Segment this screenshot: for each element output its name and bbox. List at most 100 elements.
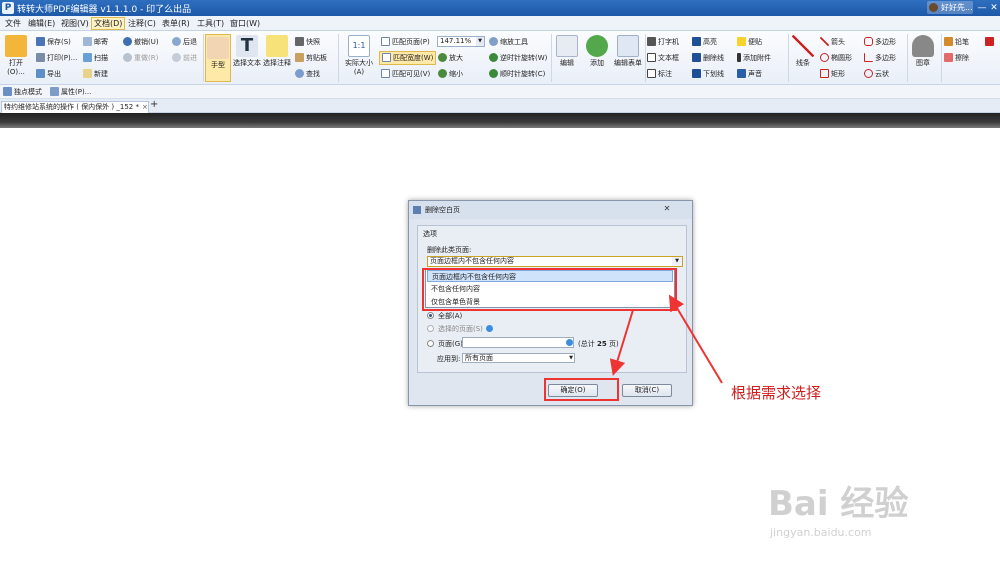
- zoom-in-button[interactable]: 放大: [438, 53, 463, 63]
- app-window: P 转转大师PDF编辑器 v1.1.1.0 - 印了么出品 好好先... — ✕…: [0, 0, 1000, 567]
- menu-comment[interactable]: 注释(C): [126, 18, 158, 29]
- chevron-down-icon[interactable]: ▼: [476, 37, 484, 46]
- menu-window[interactable]: 窗口(W): [228, 18, 262, 29]
- properties-button[interactable]: 属性(P)...: [50, 87, 91, 97]
- export-button[interactable]: 导出: [36, 69, 61, 79]
- menu-view[interactable]: 视图(V): [59, 18, 91, 29]
- hand-icon: [207, 37, 229, 59]
- menu-edit[interactable]: 编辑(E): [26, 18, 57, 29]
- underline-button[interactable]: 下划线: [692, 69, 724, 79]
- rotate-right-icon: [489, 69, 498, 78]
- page-range-input[interactable]: [462, 337, 574, 348]
- callout-button[interactable]: 标注: [647, 69, 672, 79]
- add-button[interactable]: 添加: [583, 35, 611, 68]
- textbox-button[interactable]: 文本框: [647, 53, 679, 63]
- hand-tool-button[interactable]: 手型: [205, 34, 231, 82]
- delete-type-select[interactable]: 页面边框内不包含任何内容 ▼: [427, 256, 683, 267]
- chevron-down-icon[interactable]: ▼: [672, 257, 682, 266]
- select-annotation-button[interactable]: 选择注释: [263, 35, 291, 68]
- mail-button[interactable]: 邮寄: [83, 37, 108, 47]
- highlight-button[interactable]: 高亮: [692, 37, 717, 47]
- single-mode-button[interactable]: 独点模式: [3, 87, 42, 97]
- open-button[interactable]: 打开(O)...: [1, 35, 31, 77]
- save-icon: [36, 37, 45, 46]
- clipboard-icon: [295, 53, 304, 62]
- polygon-tool-button[interactable]: 多边形: [864, 37, 896, 47]
- line-tool-button[interactable]: 线条: [790, 35, 816, 68]
- polyline-tool-button[interactable]: 多边形: [864, 53, 896, 63]
- form-icon: [617, 35, 639, 57]
- speaker-icon: [737, 69, 746, 78]
- rotate-left-icon: [489, 53, 498, 62]
- minimize-button[interactable]: —: [976, 2, 988, 14]
- select-text-button[interactable]: T 选择文本: [233, 35, 261, 68]
- document-tab-title: 特约维修站系统的操作 ( 保内保外 ) _152 *: [4, 103, 139, 111]
- menu-tools[interactable]: 工具(T): [195, 18, 226, 29]
- rotate-cw-button[interactable]: 顺时针旋转(C): [489, 69, 545, 79]
- back-button[interactable]: 后退: [172, 37, 197, 47]
- forward-arrow-icon: [172, 53, 181, 62]
- cursor-mode-icon: [3, 87, 12, 96]
- document-tab[interactable]: 特约维修站系统的操作 ( 保内保外 ) _152 * ×: [1, 101, 149, 113]
- polygon-icon: [864, 37, 873, 46]
- eraser-button[interactable]: 擦除: [944, 53, 969, 63]
- zoom-in-icon: [438, 53, 447, 62]
- stamp-button[interactable]: 图章: [909, 35, 937, 68]
- find-button[interactable]: 查找: [295, 69, 320, 79]
- document-tab-bar: 特约维修站系统的操作 ( 保内保外 ) _152 * × +: [0, 99, 1000, 113]
- add-icon: [586, 35, 608, 57]
- more-tools-icon[interactable]: [985, 37, 996, 47]
- rectangle-tool-button[interactable]: 矩形: [820, 69, 845, 79]
- dialog-title: 删除空白页: [425, 206, 460, 214]
- cancel-button[interactable]: 取消(C): [622, 384, 672, 397]
- close-icon[interactable]: ✕: [662, 204, 672, 214]
- rotate-ccw-button[interactable]: 逆时针旋转(W): [489, 53, 547, 63]
- save-button[interactable]: 保存(S): [36, 37, 71, 47]
- close-icon[interactable]: ×: [142, 102, 148, 112]
- menu-document[interactable]: 文档(D): [91, 17, 126, 30]
- apply-to-select[interactable]: 所有页面 ▼: [462, 353, 575, 363]
- search-icon: [295, 69, 304, 78]
- add-tab-button[interactable]: +: [150, 100, 158, 110]
- forward-button[interactable]: 前进: [172, 53, 197, 63]
- menu-form[interactable]: 表单(R): [160, 18, 192, 29]
- ellipse-tool-button[interactable]: 椭圆形: [820, 53, 852, 63]
- snapshot-button[interactable]: 快照: [295, 37, 320, 47]
- edit-button[interactable]: 编辑: [553, 35, 581, 68]
- undo-button[interactable]: 撤销(U): [123, 37, 159, 47]
- underline-icon: [692, 69, 701, 78]
- document-view-header: [0, 113, 1000, 128]
- clipboard-button[interactable]: 剪贴板: [295, 53, 327, 63]
- attach-file-button[interactable]: 添加附件: [737, 53, 771, 63]
- radio-all[interactable]: [427, 312, 434, 319]
- fit-width-button[interactable]: 匹配宽度(W): [379, 51, 437, 65]
- edit-form-button[interactable]: 编辑表单: [612, 35, 644, 68]
- scan-button[interactable]: 扫描: [83, 53, 108, 63]
- annotation-select-icon: [266, 35, 288, 57]
- zoom-out-button[interactable]: 缩小: [438, 69, 463, 79]
- sound-button[interactable]: 声音: [737, 69, 762, 79]
- watermark-brand: Bai 经验: [768, 484, 909, 524]
- radio-selected-pages[interactable]: [427, 325, 434, 332]
- fit-visible-button[interactable]: 匹配可见(V): [381, 69, 430, 79]
- print-button[interactable]: 打印(P)...: [36, 53, 77, 63]
- close-window-button[interactable]: ✕: [988, 2, 1000, 14]
- actual-size-button[interactable]: 1:1 实际大小(A): [340, 35, 378, 77]
- paperclip-icon: [737, 53, 741, 62]
- zoom-level-input[interactable]: 147.11% ▼: [437, 36, 485, 47]
- menu-file[interactable]: 文件: [3, 18, 23, 29]
- strikeout-button[interactable]: 删除线: [692, 53, 724, 63]
- radio-page-range[interactable]: [427, 340, 434, 347]
- fit-page-button[interactable]: 匹配页面(P): [381, 37, 430, 47]
- redo-button[interactable]: 重做(R): [123, 53, 158, 63]
- note-button[interactable]: 便贴: [737, 37, 762, 47]
- typewriter-button[interactable]: 打字机: [647, 37, 679, 47]
- arrow-tool-button[interactable]: 箭头: [820, 37, 845, 47]
- zoom-tool-button[interactable]: 缩放工具: [489, 37, 528, 47]
- pencil-button[interactable]: 铅笔: [944, 37, 969, 47]
- camera-icon: [295, 37, 304, 46]
- cloud-tool-button[interactable]: 云状: [864, 69, 889, 79]
- title-bar: P 转转大师PDF编辑器 v1.1.1.0 - 印了么出品 好好先... — ✕: [0, 0, 1000, 16]
- new-button[interactable]: 新建: [83, 69, 108, 79]
- user-account[interactable]: 好好先...: [927, 1, 973, 14]
